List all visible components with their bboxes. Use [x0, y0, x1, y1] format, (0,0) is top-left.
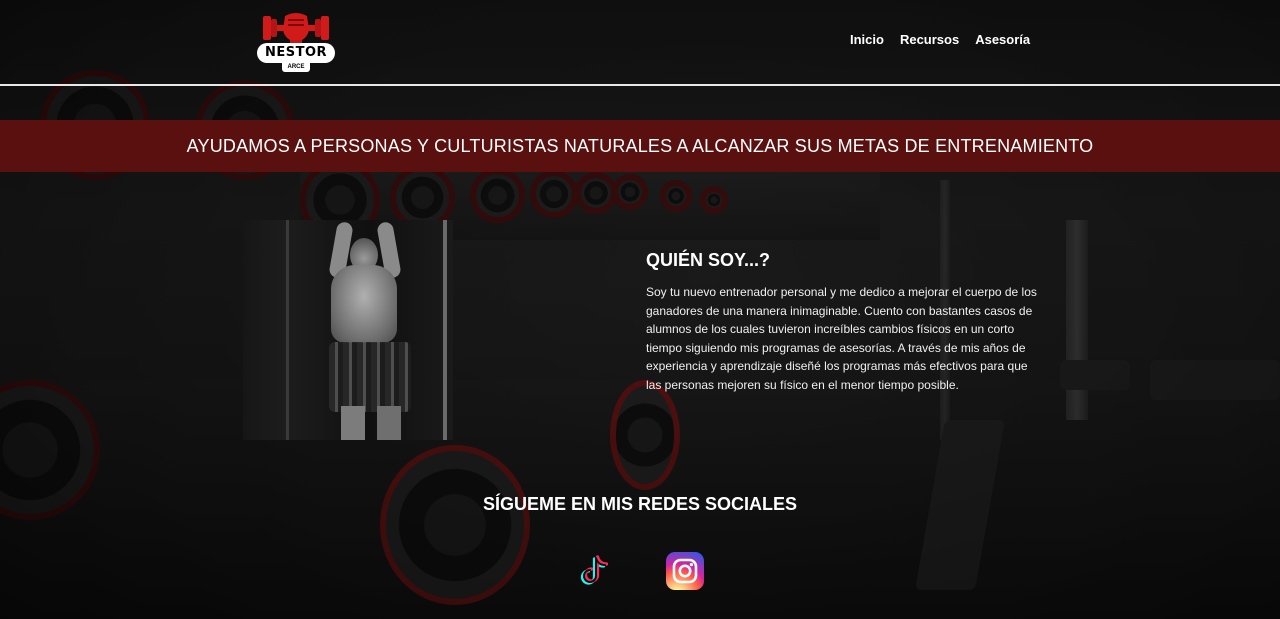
- hero-banner: AYUDAMOS A PERSONAS Y CULTURISTAS NATURA…: [0, 120, 1280, 172]
- about-title: QUIÉN SOY...?: [646, 250, 771, 270]
- brand-name: NESTOR: [257, 43, 335, 63]
- tiktok-icon[interactable]: [576, 552, 614, 590]
- trainer-photo: [243, 220, 453, 440]
- brand-logo[interactable]: NESTOR ARCE: [257, 10, 335, 72]
- social-title: SÍGUEME EN MIS REDES SOCIALES: [482, 494, 798, 514]
- instagram-icon[interactable]: [666, 552, 704, 590]
- nav-link-inicio[interactable]: Inicio: [850, 32, 884, 47]
- nav-link-recursos[interactable]: Recursos: [900, 32, 959, 47]
- gym-background: [0, 0, 1280, 619]
- main-nav: Inicio Recursos Asesoría: [850, 32, 1030, 47]
- about-description: Soy tu nuevo entrenador personal y me de…: [646, 285, 1037, 392]
- nav-link-asesoria[interactable]: Asesoría: [975, 32, 1030, 47]
- hero-banner-text: AYUDAMOS A PERSONAS Y CULTURISTAS NATURA…: [186, 135, 1094, 156]
- site-header: NESTOR ARCE Inicio Recursos Asesoría: [0, 0, 1280, 86]
- brand-subname: ARCE: [282, 63, 310, 72]
